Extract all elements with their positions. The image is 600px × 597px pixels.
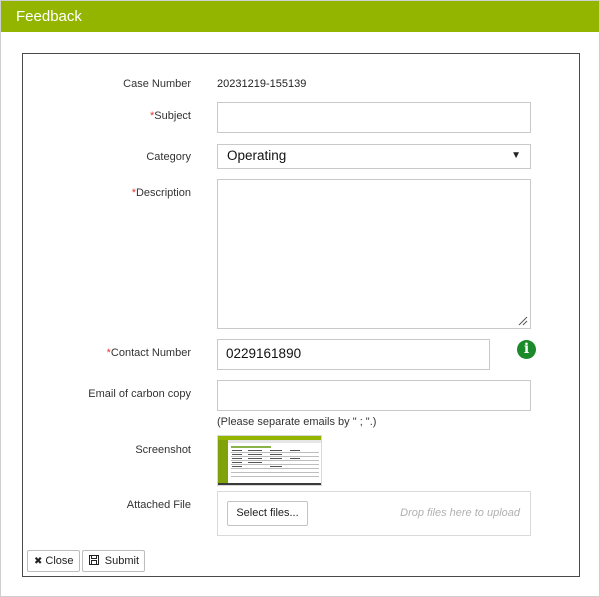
close-button-label: Close: [45, 555, 74, 567]
feedback-dialog: Feedback Case Number 20231219-155139 *Su…: [0, 0, 600, 597]
select-files-button[interactable]: Select files...: [227, 501, 308, 526]
attached-file-label: Attached File: [126, 499, 191, 511]
email-cc-input[interactable]: [217, 380, 531, 411]
contact-number-label: *Contact Number: [31, 347, 191, 359]
category-label: Category: [146, 151, 191, 163]
case-number-label: Case Number: [123, 78, 191, 90]
drop-files-hint: Drop files here to upload: [400, 507, 520, 519]
contact-number-label-text: Contact Number: [110, 347, 191, 359]
subject-label-text: Subject: [154, 110, 191, 122]
submit-button[interactable]: Submit: [82, 550, 146, 572]
resize-grip-icon[interactable]: [518, 316, 528, 326]
file-upload-dropzone[interactable]: Select files... Drop files here to uploa…: [217, 491, 531, 536]
screenshot-preview-image: [218, 436, 321, 485]
contact-number-input[interactable]: 0229161890: [217, 339, 490, 370]
description-textarea[interactable]: [217, 179, 531, 329]
case-number-value: 20231219-155139: [217, 78, 307, 90]
submit-button-label: Submit: [104, 555, 140, 567]
description-label-text: Description: [135, 187, 191, 199]
subject-label: *Subject: [31, 110, 191, 122]
category-selected-value: Operating: [227, 148, 287, 163]
email-cc-hint: (Please separate emails by " ; ".): [217, 416, 377, 428]
subject-input[interactable]: [217, 102, 531, 133]
close-icon: ✖: [34, 556, 43, 567]
chevron-down-icon: ▼: [511, 150, 521, 161]
info-icon[interactable]: i: [517, 340, 536, 359]
screenshot-label: Screenshot: [135, 444, 191, 456]
description-label: *Description: [31, 187, 191, 199]
dialog-title: Feedback: [1, 1, 599, 32]
email-cc-label: Email of carbon copy: [88, 388, 191, 400]
save-icon: [89, 555, 102, 567]
feedback-form: Case Number 20231219-155139 *Subject Cat…: [22, 53, 580, 577]
category-select[interactable]: Operating ▼: [217, 144, 531, 169]
close-button[interactable]: ✖ Close: [27, 550, 80, 572]
screenshot-thumbnail[interactable]: [217, 435, 322, 486]
